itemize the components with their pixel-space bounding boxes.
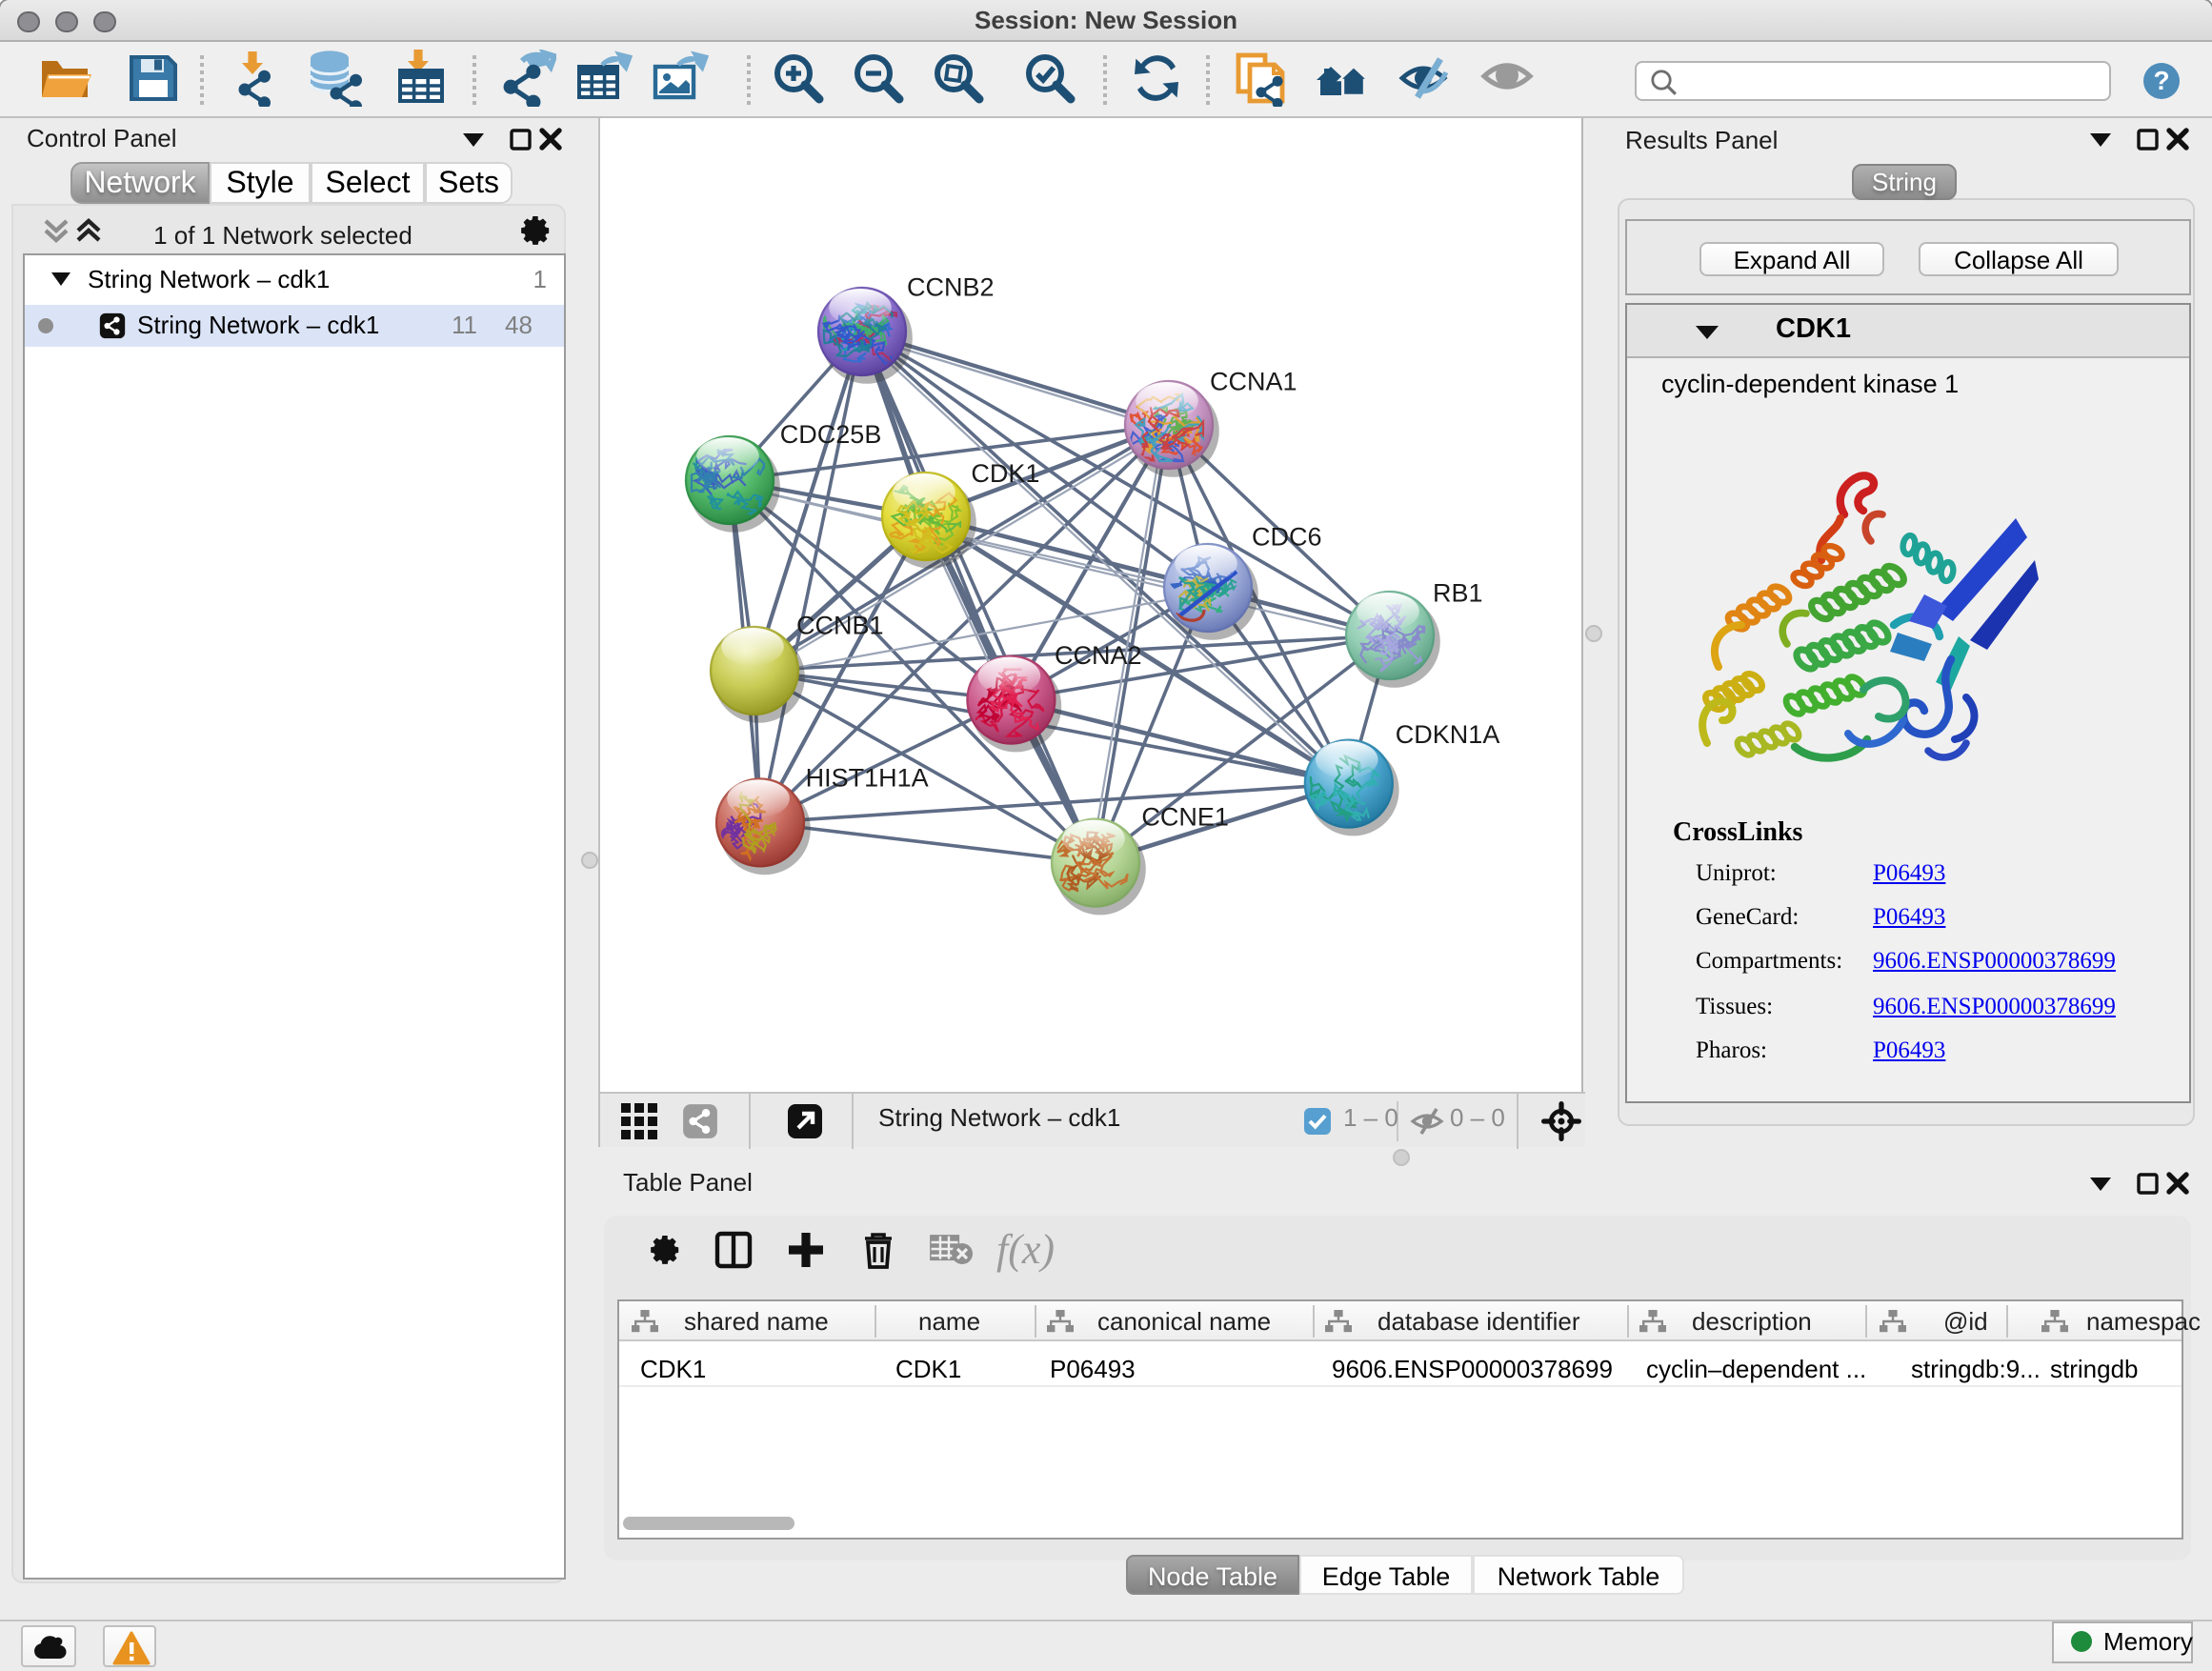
svg-text:CCNA1: CCNA1	[1210, 367, 1297, 395]
svg-text:CDC6: CDC6	[1252, 522, 1322, 551]
svg-text:CCNB2: CCNB2	[907, 272, 995, 301]
svg-text:RB1: RB1	[1433, 578, 1483, 607]
svg-text:CDKN1A: CDKN1A	[1396, 720, 1500, 749]
svg-text:CCNE1: CCNE1	[1141, 803, 1229, 832]
svg-text:CDK1: CDK1	[971, 459, 1039, 488]
svg-text:CCNA2: CCNA2	[1055, 641, 1142, 670]
svg-text:CCNB1: CCNB1	[796, 611, 884, 639]
svg-text:CDC25B: CDC25B	[780, 420, 882, 449]
svg-text:HIST1H1A: HIST1H1A	[806, 763, 929, 792]
